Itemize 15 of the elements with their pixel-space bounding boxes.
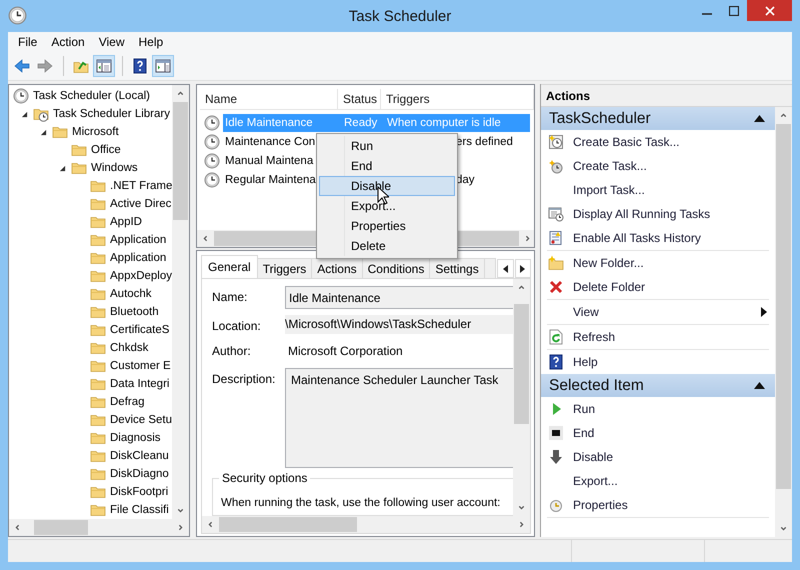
- pane-title: Actions: [541, 84, 792, 107]
- table-cell-text: Ready: [343, 116, 378, 128]
- window-title: Task Scheduler: [348, 8, 452, 24]
- section-title: TaskScheduler: [549, 110, 651, 128]
- location-value: \Microsoft\Windows\TaskScheduler: [285, 315, 513, 334]
- field-label: Author:: [212, 343, 252, 360]
- author-value: Microsoft Corporation: [287, 343, 404, 360]
- field-label: Location:: [212, 318, 262, 334]
- field-label: Description:: [212, 371, 276, 388]
- section-title: Selected Item: [549, 376, 644, 394]
- security-text: When running the task, use the following user account:: [221, 497, 502, 509]
- field-label: Name:: [212, 289, 248, 306]
- table-cell-text: When computer is idle: [386, 116, 501, 128]
- table-cell-text: Idle Maintenance: [224, 116, 313, 128]
- group-title: Security options: [219, 471, 310, 485]
